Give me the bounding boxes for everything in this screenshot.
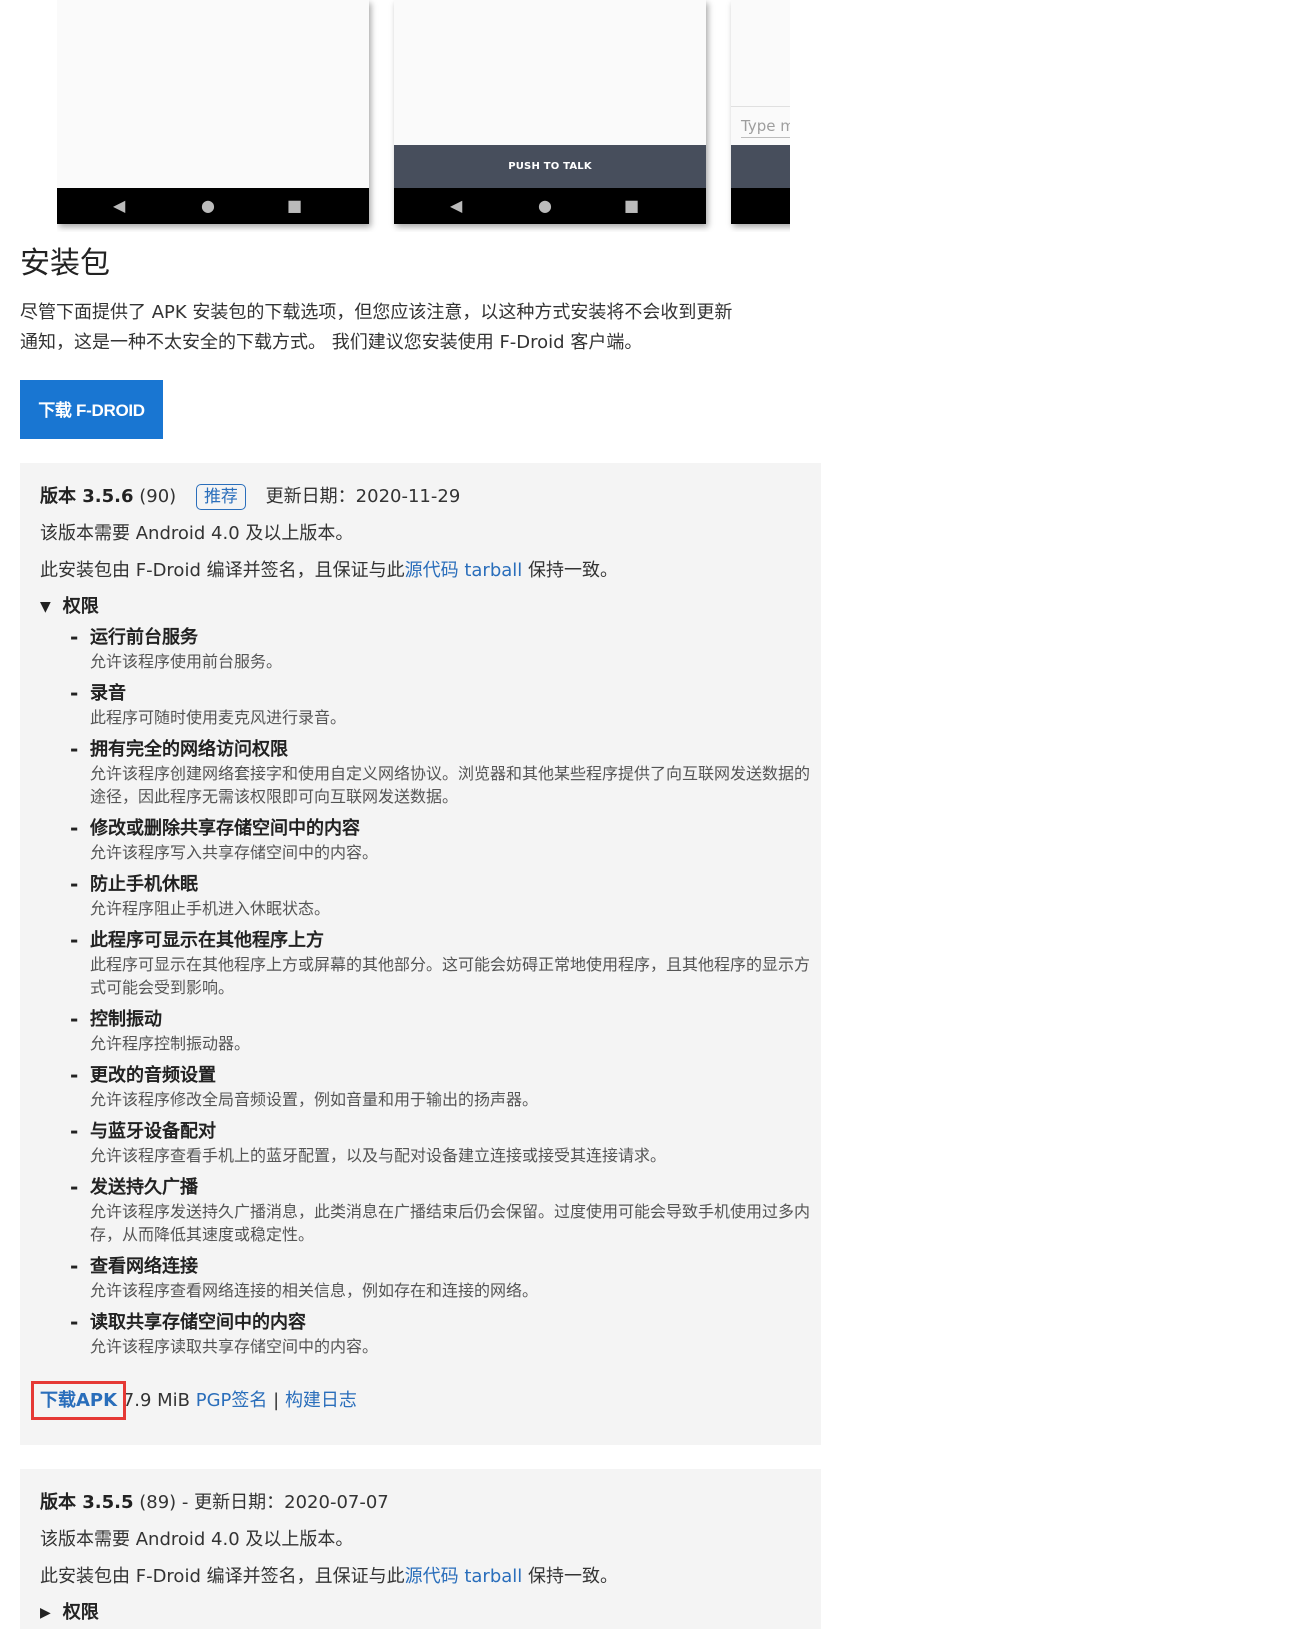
android-navbar: ◀ ● ■: [57, 188, 369, 224]
permission-name: 修改或删除共享存储空间中的内容: [90, 818, 360, 839]
version-header: 版本 3.5.5 (89) - 更新日期：2020-07-07: [40, 1490, 389, 1516]
permission-desc: 允许该程序使用前台服务。: [90, 652, 283, 671]
message-input-preview: Type m: [731, 106, 790, 145]
download-fdroid-button[interactable]: 下载 F-DROID: [20, 380, 163, 439]
version-date: 更新日期：2020-11-29: [265, 486, 461, 507]
home-icon: ●: [538, 196, 552, 215]
home-icon: ●: [201, 196, 215, 215]
permission-item: 此程序可显示在其他程序上方此程序可显示在其他程序上方或屏幕的其他部分。这可能会妨…: [70, 928, 811, 999]
permission-name: 运行前台服务: [90, 627, 198, 648]
permission-name: 读取共享存储空间中的内容: [90, 1312, 306, 1333]
push-to-talk-bar: PUSH TO TALK: [394, 145, 706, 188]
permission-item: 修改或删除共享存储空间中的内容允许该程序写入共享存储空间中的内容。: [70, 816, 810, 864]
signed-prefix: 此安装包由 F-Droid 编译并签名，且保证与此: [40, 1566, 405, 1587]
screenshot-2[interactable]: PUSH TO TALK ◀ ● ■: [394, 0, 706, 224]
recent-apps-icon: ■: [287, 196, 303, 215]
intro-line-2: 通知，这是一种不太安全的下载方式。 我们建议您安装使用 F-Droid 客户端。: [20, 332, 643, 353]
section-title: 安装包: [20, 246, 110, 281]
permission-desc: 允许该程序查看网络连接的相关信息，例如存在和连接的网络。: [90, 1281, 539, 1300]
back-icon: ◀: [113, 196, 126, 215]
recent-apps-icon: ■: [624, 196, 640, 215]
permission-name: 控制振动: [90, 1009, 162, 1030]
permission-desc: 此程序可随时使用麦克风进行录音。: [90, 708, 347, 727]
permission-name: 拥有完全的网络访问权限: [90, 739, 288, 760]
permission-name: 与蓝牙设备配对: [90, 1121, 216, 1142]
signed-suffix: 保持一致。: [522, 560, 619, 581]
version-requirement: 该版本需要 Android 4.0 及以上版本。: [40, 523, 354, 544]
permission-desc: 允许该程序查看手机上的蓝牙配置，以及与配对设备建立连接或接受其连接请求。: [90, 1146, 667, 1165]
signed-suffix: 保持一致。: [522, 1566, 619, 1587]
version-requirement: 该版本需要 Android 4.0 及以上版本。: [40, 1529, 354, 1550]
version-code: (90): [139, 486, 177, 507]
permissions-toggle[interactable]: ▼ 权限: [40, 594, 99, 621]
version-card: 版本 3.5.5 (89) - 更新日期：2020-07-07 该版本需要 An…: [20, 1469, 821, 1629]
permissions-label: 权限: [62, 1602, 99, 1623]
version-signed-note: 此安装包由 F-Droid 编译并签名，且保证与此源代码 tarball 保持一…: [40, 1564, 618, 1590]
permission-desc: 允许该程序写入共享存储空间中的内容。: [90, 843, 379, 862]
permission-item: 拥有完全的网络访问权限允许该程序创建网络套接字和使用自定义网络协议。浏览器和其他…: [70, 737, 811, 808]
permission-item: 发送持久广播允许该程序发送持久广播消息，此类消息在广播结束后仍会保留。过度使用可…: [70, 1175, 811, 1246]
permission-name: 防止手机休眠: [90, 874, 198, 895]
type-message-hint: Type m: [741, 117, 790, 138]
version-label: 版本 3.5.5: [40, 1492, 134, 1513]
push-to-talk-bar-partial: [731, 145, 790, 188]
screenshot-1[interactable]: ◀ ● ■: [57, 0, 369, 224]
download-apk-link[interactable]: 下载APK: [30, 1381, 127, 1420]
version-card: 版本 3.5.6 (90) 推荐 更新日期：2020-11-29 该版本需要 A…: [20, 463, 821, 1445]
permission-desc: 此程序可显示在其他程序上方或屏幕的其他部分。这可能会妨碍正常地使用程序，且其他程…: [90, 955, 811, 997]
build-log-link[interactable]: 构建日志: [285, 1390, 357, 1411]
permission-name: 查看网络连接: [90, 1256, 198, 1277]
permission-item: 运行前台服务允许该程序使用前台服务。: [70, 625, 810, 673]
permission-desc: 允许该程序发送持久广播消息，此类消息在广播结束后仍会保留。过度使用可能会导致手机…: [90, 1202, 811, 1244]
permission-item: 防止手机休眠允许程序阻止手机进入休眠状态。: [70, 872, 810, 920]
permissions-label: 权限: [62, 596, 99, 617]
permission-desc: 允许程序控制振动器。: [90, 1034, 251, 1053]
permission-desc: 允许该程序读取共享存储空间中的内容。: [90, 1337, 379, 1356]
pgp-signature-link[interactable]: PGP签名: [196, 1390, 268, 1411]
permission-item: 查看网络连接允许该程序查看网络连接的相关信息，例如存在和连接的网络。: [70, 1254, 810, 1302]
permission-desc: 允许程序阻止手机进入休眠状态。: [90, 899, 331, 918]
screenshot-gallery[interactable]: ◀ ● ■ PUSH TO TALK ◀ ● ■ Type m: [57, 0, 790, 232]
version-signed-note: 此安装包由 F-Droid 编译并签名，且保证与此源代码 tarball 保持一…: [40, 558, 618, 584]
download-row: 下载APK 7.9 MiB PGP签名 | 构建日志: [30, 1381, 357, 1420]
intro-line-1: 尽管下面提供了 APK 安装包的下载选项，但您应该注意，以这种方式安装将不会收到…: [20, 302, 733, 323]
triangle-down-icon: ▼: [40, 599, 51, 615]
apk-size: 7.9 MiB: [117, 1390, 196, 1411]
back-icon: ◀: [450, 196, 463, 215]
section-intro: 尽管下面提供了 APK 安装包的下载选项，但您应该注意，以这种方式安装将不会收到…: [20, 298, 810, 358]
permissions-toggle[interactable]: ▶ 权限: [40, 1600, 99, 1627]
permission-desc: 允许该程序创建网络套接字和使用自定义网络协议。浏览器和其他某些程序提供了向互联网…: [90, 764, 811, 806]
android-navbar: ◀ ● ■: [394, 188, 706, 224]
source-tarball-link[interactable]: 源代码 tarball: [405, 560, 523, 581]
permission-item: 更改的音频设置允许该程序修改全局音频设置，例如音量和用于输出的扬声器。: [70, 1063, 810, 1111]
permission-desc: 允许该程序修改全局音频设置，例如音量和用于输出的扬声器。: [90, 1090, 539, 1109]
signed-prefix: 此安装包由 F-Droid 编译并签名，且保证与此: [40, 560, 405, 581]
link-separator: |: [267, 1390, 285, 1411]
source-tarball-link[interactable]: 源代码 tarball: [405, 1566, 523, 1587]
android-navbar: [731, 188, 790, 224]
version-header: 版本 3.5.6 (90) 推荐 更新日期：2020-11-29: [40, 484, 460, 510]
version-label: 版本 3.5.6: [40, 486, 134, 507]
permissions-list: 运行前台服务允许该程序使用前台服务。 录音此程序可随时使用麦克风进行录音。 拥有…: [70, 625, 811, 1367]
recommended-badge: 推荐: [195, 484, 246, 510]
permission-item: 控制振动允许程序控制振动器。: [70, 1007, 810, 1055]
permission-name: 录音: [90, 683, 126, 704]
permission-name: 发送持久广播: [90, 1177, 198, 1198]
permission-item: 录音此程序可随时使用麦克风进行录音。: [70, 681, 810, 729]
permission-name: 此程序可显示在其他程序上方: [90, 930, 324, 951]
triangle-right-icon: ▶: [40, 1605, 51, 1621]
permission-item: 与蓝牙设备配对允许该程序查看手机上的蓝牙配置，以及与配对设备建立连接或接受其连接…: [70, 1119, 810, 1167]
permission-item: 读取共享存储空间中的内容允许该程序读取共享存储空间中的内容。: [70, 1310, 810, 1358]
version-code: (89): [139, 1492, 177, 1513]
permission-name: 更改的音频设置: [90, 1065, 216, 1086]
screenshot-3[interactable]: Type m: [731, 0, 790, 224]
version-date: - 更新日期：2020-07-07: [176, 1492, 389, 1513]
